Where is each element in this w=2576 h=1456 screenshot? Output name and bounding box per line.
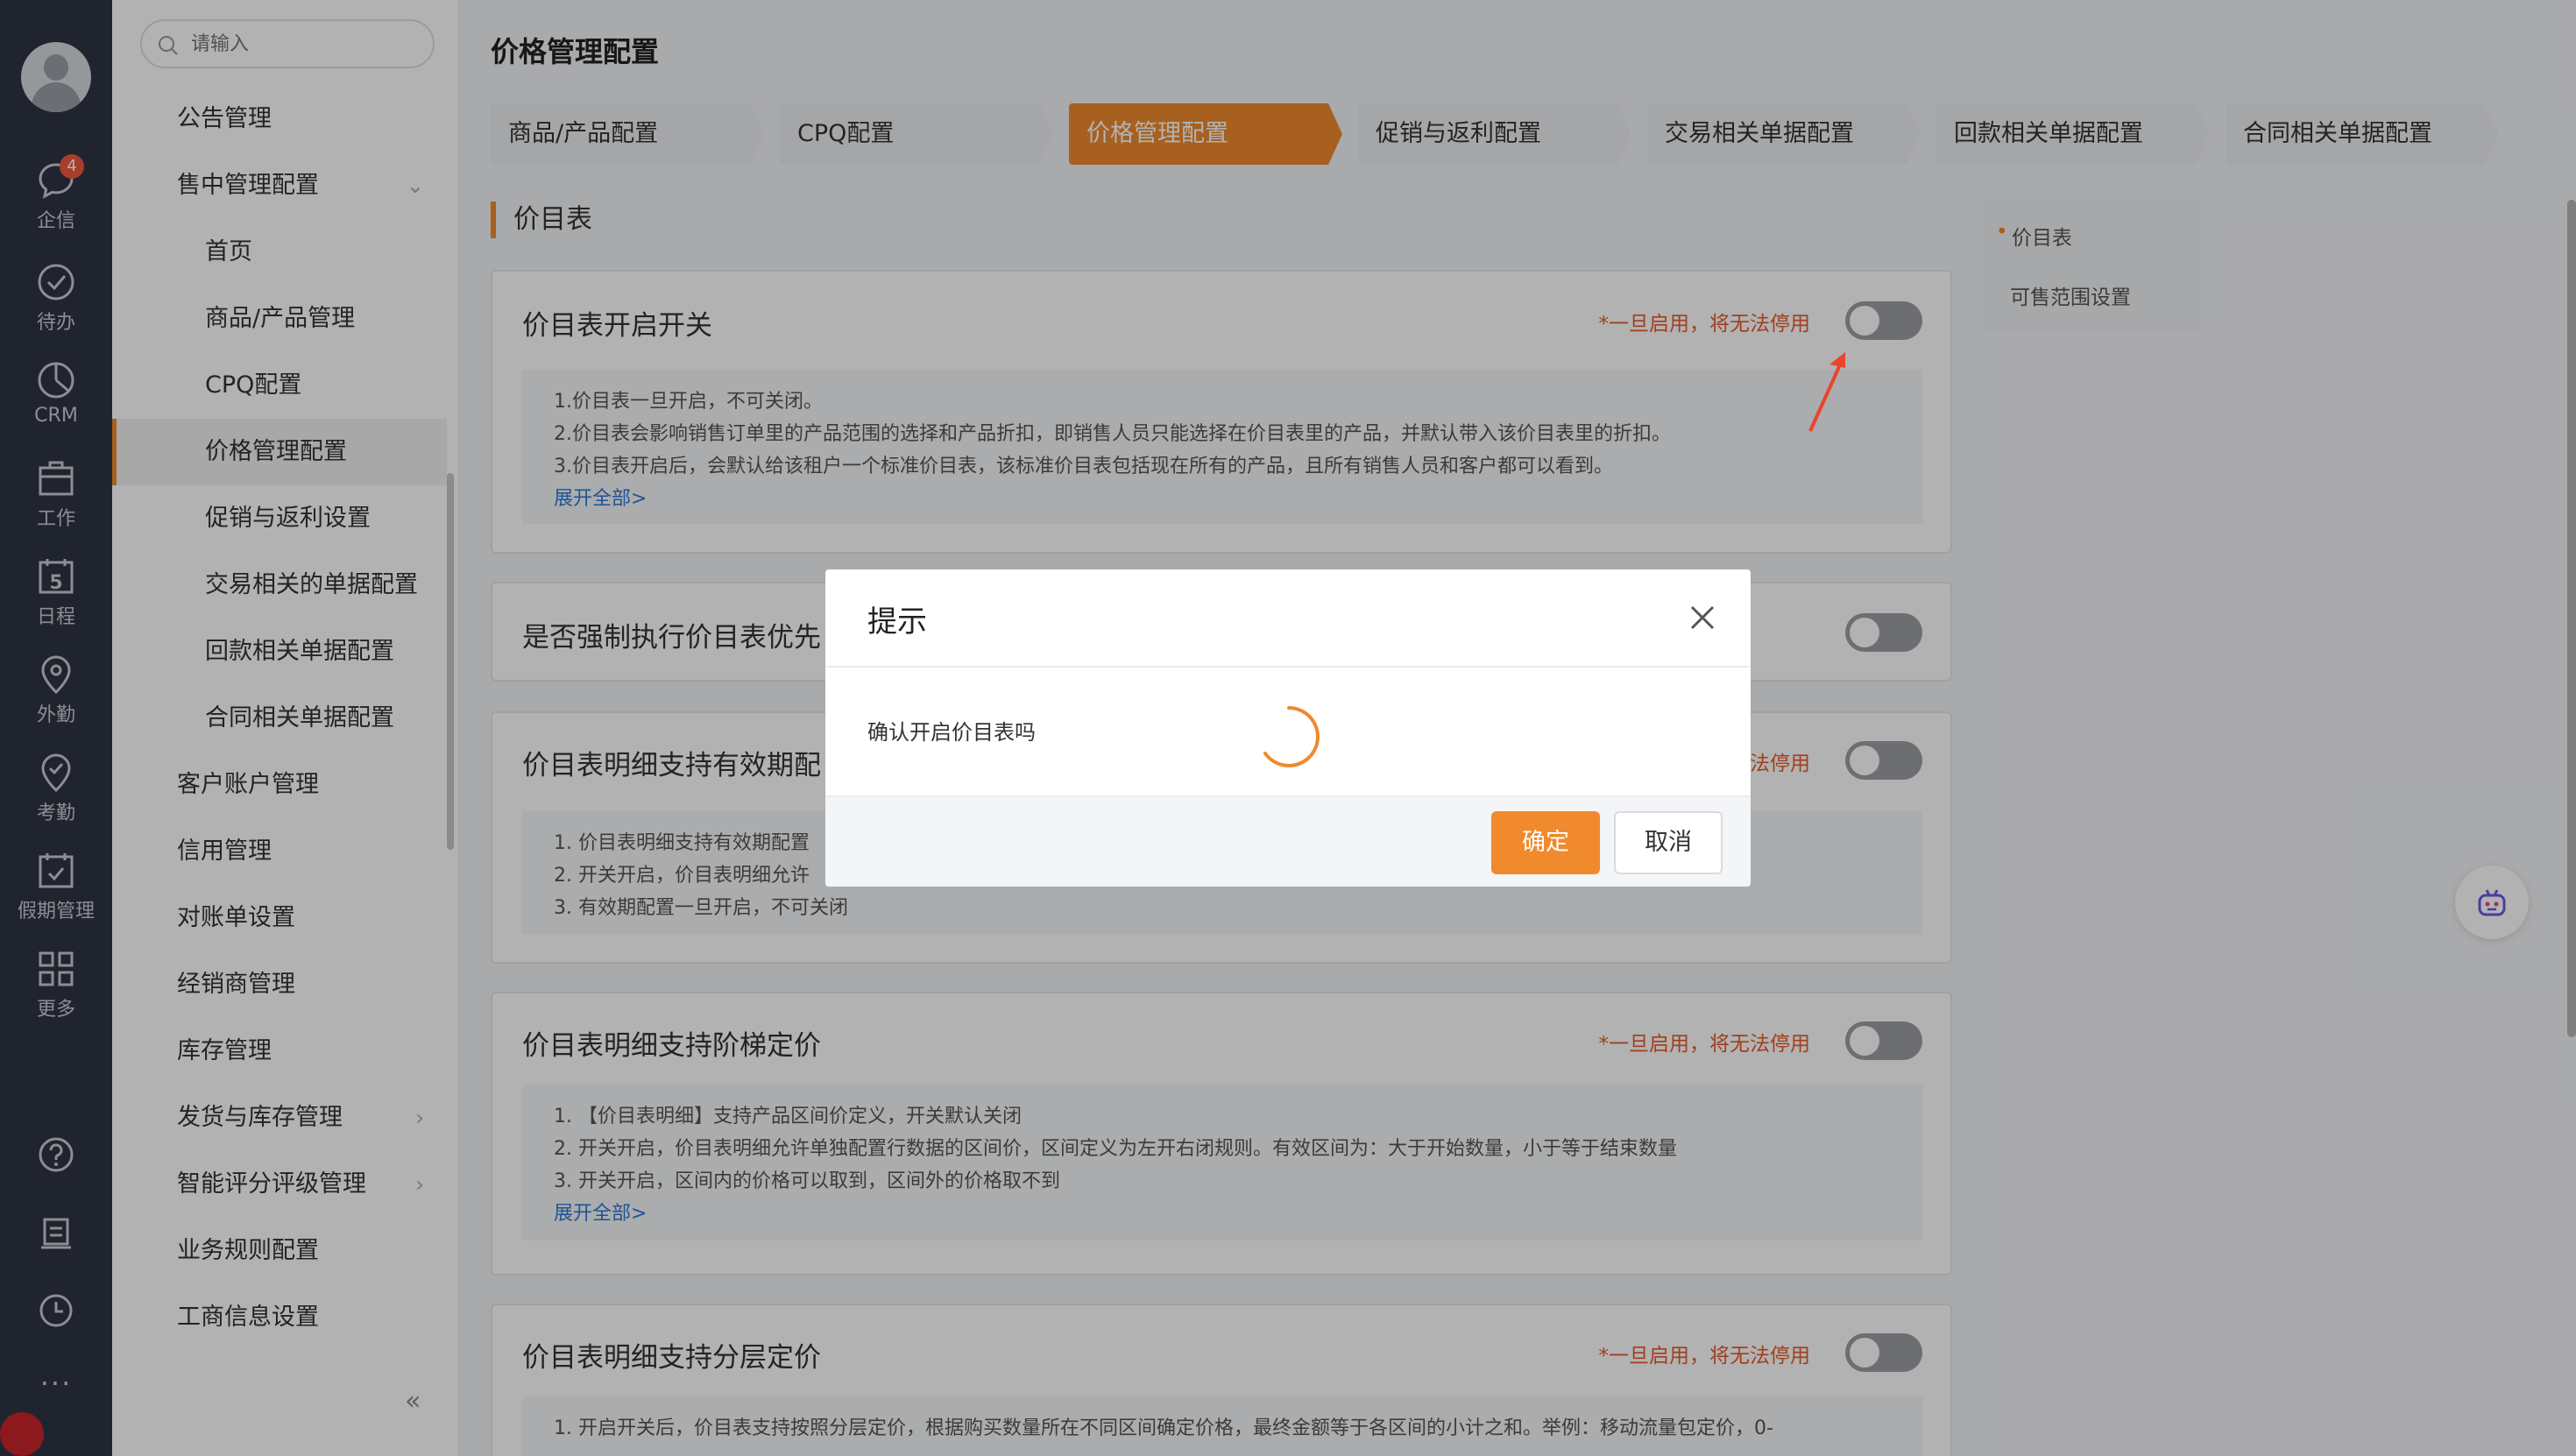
dialog-message: 确认开启价目表吗	[867, 720, 1036, 745]
close-icon[interactable]	[1681, 596, 1724, 640]
confirm-dialog: 提示 确认开启价目表吗 确定 取消	[825, 569, 1751, 887]
dialog-header: 提示	[825, 569, 1751, 668]
dialog-body: 确认开启价目表吗	[825, 668, 1751, 795]
cancel-button[interactable]: 取消	[1614, 811, 1723, 874]
dialog-footer: 确定 取消	[825, 795, 1751, 887]
confirm-button[interactable]: 确定	[1491, 811, 1600, 874]
red-arrow-annotation	[1808, 352, 1845, 432]
loading-spinner-icon	[1263, 706, 1320, 767]
dialog-title: 提示	[867, 604, 927, 640]
